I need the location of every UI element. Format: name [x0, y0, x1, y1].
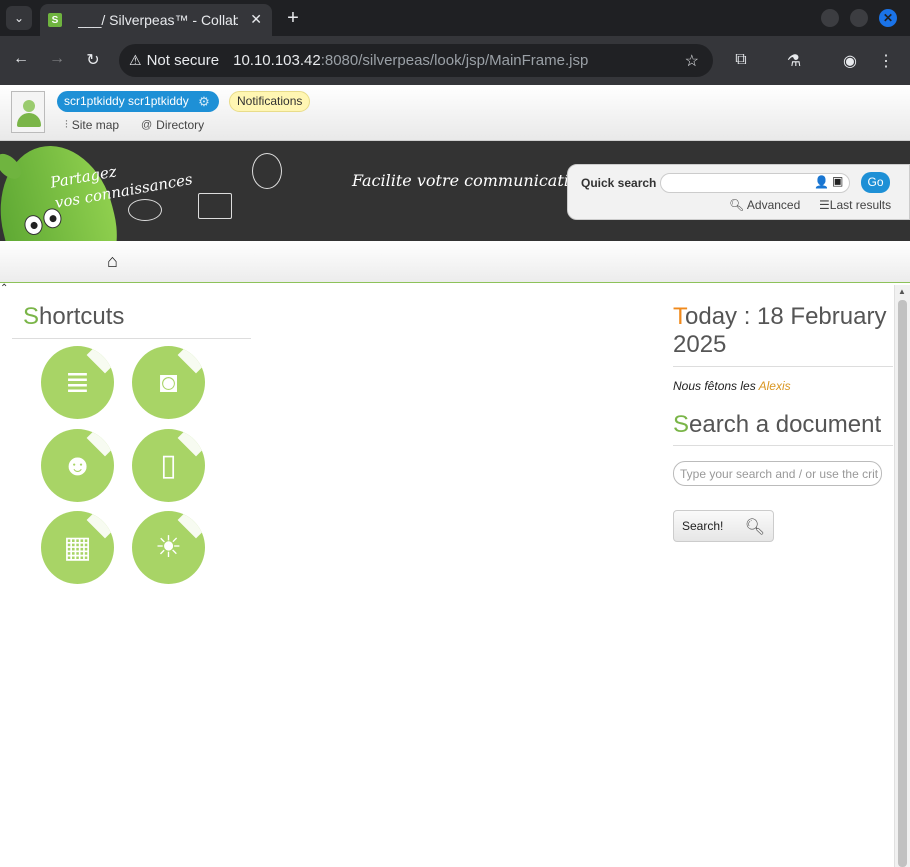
- browser-toolbar: ← → ↻ ⚠ Not secure 10.10.103.42:8080/sil…: [0, 36, 910, 85]
- advanced-search-link[interactable]: 🔍︎ Advanced: [729, 198, 800, 212]
- gear-icon[interactable]: ⚙: [198, 91, 210, 112]
- advanced-label: Advanced: [746, 198, 801, 212]
- url-host: 10.10.103.42: [233, 52, 321, 69]
- tab-title: ___/ Silverpeas™ - Collab: [78, 12, 238, 28]
- list-icon: ☰: [819, 198, 830, 212]
- go-button[interactable]: Go: [861, 172, 890, 193]
- shortcuts-divider: [12, 338, 251, 339]
- search-divider: [673, 445, 893, 446]
- address-bar[interactable]: ⚠ Not secure 10.10.103.42:8080/silverpea…: [119, 44, 713, 77]
- notifications-button[interactable]: Notifications: [229, 91, 311, 112]
- browser-tab[interactable]: S ___/ Silverpeas™ - Collab ✕: [40, 4, 272, 36]
- search-button-label: Search!: [682, 519, 724, 533]
- security-label: Not secure: [146, 52, 220, 69]
- main-menubar: ⌂: [0, 241, 910, 283]
- shortcut-people-icon[interactable]: ☻: [41, 429, 114, 502]
- avatar-head: [23, 100, 35, 112]
- copy-icon[interactable]: ▣: [832, 174, 843, 188]
- user-name: scr1ptkiddy scr1ptkiddy: [64, 94, 189, 108]
- avatar[interactable]: [11, 91, 45, 133]
- scrollbar-thumb[interactable]: [898, 300, 907, 867]
- search-title-rest: earch a document: [689, 411, 882, 438]
- sitemap-icon: ⫶: [65, 118, 68, 131]
- magnifier-icon: 🔍︎: [744, 519, 765, 536]
- silverpeas-userbar: scr1ptkiddy scr1ptkiddy ⚙ Notifications …: [0, 85, 910, 141]
- lightbulb-doodle: [252, 153, 282, 189]
- today-title: Today : 18 February 2025: [673, 303, 891, 359]
- feast-prefix: Nous fêtons les: [673, 379, 759, 393]
- collapse-banner-icon[interactable]: ⌃: [0, 283, 8, 294]
- speech-bubble-doodle: [128, 199, 162, 221]
- shortcuts-title-initial: S: [23, 303, 40, 330]
- profile-icon[interactable]: ◉: [840, 51, 860, 71]
- sitemap-label: Site map: [71, 118, 120, 132]
- pea-leaf: [0, 149, 26, 184]
- quick-search-panel: Quick search 👤 ▣ Go 🔍︎ Advanced ☰Last re…: [567, 164, 910, 220]
- browser-tabbar: ⌄ S ___/ Silverpeas™ - Collab ✕ + ✕: [0, 0, 910, 36]
- shortcuts-title: Shortcuts: [23, 303, 124, 331]
- avatar-body: [17, 113, 41, 127]
- shortcut-lightbulb-icon[interactable]: ☀: [132, 511, 205, 584]
- shortcut-clipboard-icon[interactable]: ▯: [132, 429, 205, 502]
- shortcut-camera-icon[interactable]: ◙: [132, 346, 205, 419]
- document-search-input[interactable]: Type your search and / or use the crit: [673, 461, 882, 486]
- user-silhouette-icon[interactable]: 👤: [814, 175, 829, 189]
- pea-left-eye: [22, 213, 45, 237]
- last-results-label: Last results: [829, 198, 892, 212]
- bookmark-star-icon[interactable]: ☆: [685, 51, 699, 71]
- user-menu-button[interactable]: scr1ptkiddy scr1ptkiddy ⚙: [57, 91, 219, 112]
- maximize-button[interactable]: [850, 9, 868, 27]
- shortcuts-title-rest: hortcuts: [39, 303, 125, 330]
- menu-kebab-icon[interactable]: ⋮: [876, 51, 896, 71]
- tab-search-button[interactable]: ⌄: [6, 6, 32, 30]
- magnifier-plus-icon: 🔍︎: [729, 198, 747, 212]
- extensions-icon[interactable]: ⧉: [731, 51, 751, 69]
- today-date: oday : 18 February 2025: [673, 303, 887, 358]
- chalkboard-doodle: [198, 193, 232, 219]
- sitemap-link[interactable]: ⫶ Site map: [65, 118, 119, 132]
- scroll-up-icon[interactable]: ▲: [898, 287, 906, 296]
- reload-icon[interactable]: ↻: [83, 50, 103, 70]
- directory-icon: @: [141, 119, 153, 131]
- forward-icon[interactable]: →: [47, 50, 67, 68]
- directory-link[interactable]: @ Directory: [141, 118, 204, 132]
- search-document-title: Search a document: [673, 411, 881, 439]
- directory-label: Directory: [156, 118, 205, 132]
- shortcut-books-icon[interactable]: ≣: [41, 346, 114, 419]
- last-results-link[interactable]: ☰Last results: [819, 198, 891, 212]
- today-title-initial: T: [673, 303, 685, 330]
- labs-flask-icon[interactable]: ⚗: [784, 51, 804, 71]
- feast-name[interactable]: Alexis: [759, 379, 791, 393]
- search-title-initial: S: [673, 411, 690, 438]
- banner-slogan: Facilite votre communication: [352, 171, 589, 190]
- shortcut-calendar-icon[interactable]: ▦: [41, 511, 114, 584]
- today-divider: [673, 366, 893, 367]
- window-close-button[interactable]: ✕: [879, 9, 897, 27]
- back-icon[interactable]: ←: [11, 50, 31, 68]
- minimize-button[interactable]: [821, 9, 839, 27]
- content-scrollbar[interactable]: ▲: [894, 285, 910, 867]
- url-path: :8080/silverpeas/look/jsp/MainFrame.jsp: [320, 52, 589, 69]
- silverpeas-favicon-icon: S: [48, 13, 62, 27]
- new-tab-button[interactable]: +: [283, 7, 303, 30]
- warning-icon: ⚠: [129, 52, 142, 68]
- feast-of-day: Nous fêtons les Alexis: [673, 379, 791, 393]
- search-button[interactable]: Search! 🔍︎: [673, 510, 774, 542]
- tab-close-icon[interactable]: ✕: [250, 11, 262, 28]
- quick-search-label: Quick search: [581, 176, 657, 190]
- home-icon[interactable]: ⌂: [107, 251, 118, 272]
